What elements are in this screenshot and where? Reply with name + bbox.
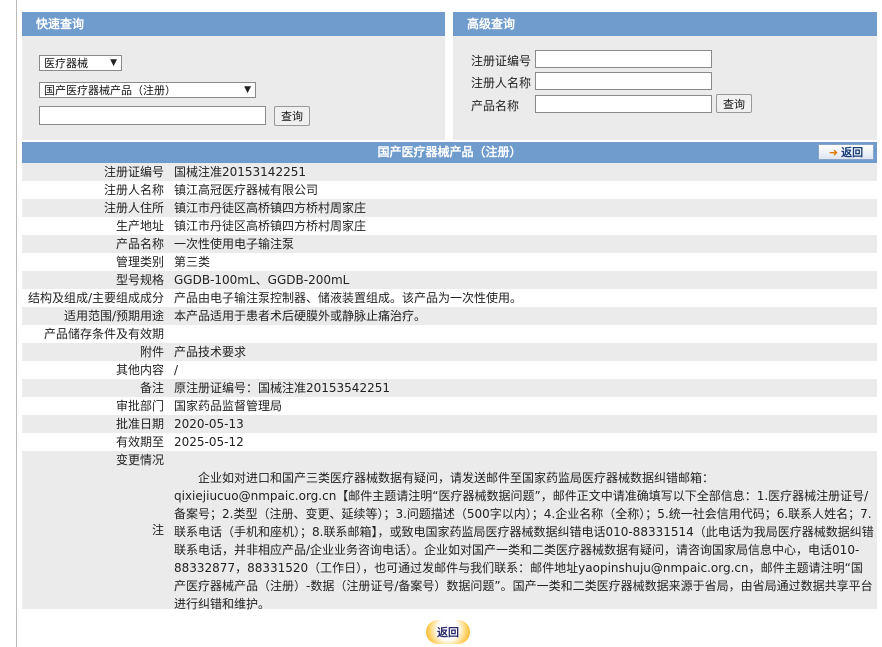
registrant-label: 注册人名称 [471, 76, 532, 90]
note-text-block: 企业如对进口和国产三类医疗器械数据有疑问，请发送邮件至国家药监局医疗器械数据纠错… [174, 469, 874, 613]
product-type-select[interactable]: 国产医疗器械产品（注册） ▼ [39, 82, 256, 98]
quick-search-title: 快速查询 [22, 12, 445, 36]
field-value: 产品技术要求 [174, 345, 247, 359]
field-label: 产品名称 [115, 237, 164, 251]
product-name-input[interactable] [535, 95, 712, 113]
quick-search-button[interactable]: 查询 [274, 106, 310, 126]
table-row: 注册人名称 镇江高冠医疗器械有限公司 [22, 181, 877, 199]
left-frame-border [16, 0, 17, 647]
arrow-right-icon: ➜ [828, 145, 839, 159]
reg-no-label: 注册证编号 [471, 54, 532, 68]
field-value: 国家药品监督管理局 [174, 399, 283, 413]
reg-no-input[interactable] [535, 50, 712, 68]
chevron-down-icon: ▼ [110, 58, 117, 68]
notes-section: 变更情况 注 企业如对进口和国产三类医疗器械数据有疑问，请发送邮件至国家药监局医… [22, 451, 877, 611]
table-row: 有效期至 2025-05-12 [22, 433, 877, 451]
field-value: 国械注准20153142251 [174, 165, 306, 179]
change-history-label: 变更情况 [115, 453, 164, 467]
advanced-search-panel: 高级查询 注册证编号 注册人名称 产品名称 查询 [453, 12, 877, 140]
field-value: 产品由电子输注泵控制器、储液装置组成。该产品为一次性使用。 [174, 291, 523, 305]
field-label: 审批部门 [115, 399, 164, 413]
field-label: 附件 [139, 345, 164, 359]
field-value: / [174, 363, 179, 377]
table-row: 备注 原注册证编号：国械注准20153542251 [22, 379, 877, 397]
field-value [170, 325, 877, 343]
detail-header: 国产医疗器械产品（注册） ➜ 返回 [22, 142, 877, 163]
product-name-label: 产品名称 [471, 99, 520, 113]
field-label: 其他内容 [115, 363, 164, 377]
category-select[interactable]: 医疗器械 ▼ [39, 55, 122, 71]
note-text: 企业如对进口和国产三类医疗器械数据有疑问，请发送邮件至国家药监局医疗器械数据纠错… [174, 471, 874, 611]
quick-search-panel: 快速查询 医疗器械 ▼ 国产医疗器械产品（注册） ▼ 查询 [22, 12, 445, 140]
field-value: 镇江市丹徒区高桥镇四方桥村周家庄 [174, 201, 367, 215]
table-row: 注册人住所 镇江市丹徒区高桥镇四方桥村周家庄 [22, 199, 877, 217]
keyword-input[interactable] [39, 106, 266, 125]
field-label: 备注 [139, 381, 164, 395]
table-row: 产品储存条件及有效期 [22, 325, 877, 343]
advanced-search-button[interactable]: 查询 [716, 94, 752, 113]
field-label: 产品储存条件及有效期 [43, 327, 164, 341]
table-row: 其他内容 / [22, 361, 877, 379]
field-value: GGDB-100mL、GGDB-200mL [174, 273, 350, 287]
field-label: 型号规格 [115, 273, 164, 287]
field-label: 结构及组成/主要组成成分 [27, 291, 164, 305]
field-value: 本产品适用于患者术后硬膜外或静脉止痛治疗。 [174, 309, 427, 323]
field-value: 一次性使用电子输注泵 [174, 237, 295, 251]
return-top-label: 返回 [841, 145, 864, 159]
field-label: 生产地址 [115, 219, 164, 233]
table-row: 附件 产品技术要求 [22, 343, 877, 361]
field-label: 注册证编号 [103, 165, 164, 179]
field-value: 2025-05-12 [174, 435, 244, 449]
field-label: 注册人名称 [103, 183, 164, 197]
registrant-input[interactable] [535, 72, 712, 90]
return-bottom-label: 返回 [437, 626, 459, 639]
field-value: 2020-05-13 [174, 417, 244, 431]
field-value: 镇江高冠医疗器械有限公司 [174, 183, 319, 197]
table-row: 产品名称 一次性使用电子输注泵 [22, 235, 877, 253]
field-value: 原注册证编号：国械注准20153542251 [174, 381, 390, 395]
field-value: 第三类 [174, 255, 211, 269]
table-row: 生产地址 镇江市丹徒区高桥镇四方桥村周家庄 [22, 217, 877, 235]
field-label: 适用范围/预期用途 [63, 309, 164, 323]
field-label: 批准日期 [115, 417, 164, 431]
table-row: 结构及组成/主要组成成分 产品由电子输注泵控制器、储液装置组成。该产品为一次性使用… [22, 289, 877, 307]
detail-table: 注册证编号 国械注准20153142251 注册人名称 镇江高冠医疗器械有限公司 注… [22, 163, 877, 611]
field-value: 镇江市丹徒区高桥镇四方桥村周家庄 [174, 219, 367, 233]
return-button-top[interactable]: ➜ 返回 [818, 144, 874, 160]
chevron-down-icon: ▼ [244, 85, 251, 95]
field-label: 有效期至 [115, 435, 164, 449]
return-button-bottom[interactable]: 返回 [426, 620, 470, 644]
table-row: 适用范围/预期用途 本产品适用于患者术后硬膜外或静脉止痛治疗。 [22, 307, 877, 325]
table-row: 审批部门 国家药品监督管理局 [22, 397, 877, 415]
category-select-value: 医疗器械 [44, 57, 88, 70]
field-label: 管理类别 [115, 255, 164, 269]
table-row: 注册证编号 国械注准20153142251 [22, 163, 877, 181]
note-label: 注 [151, 523, 164, 537]
field-label: 注册人住所 [103, 201, 164, 215]
table-row: 批准日期 2020-05-13 [22, 415, 877, 433]
product-type-select-value: 国产医疗器械产品（注册） [44, 84, 176, 97]
advanced-search-title: 高级查询 [453, 12, 877, 36]
table-row: 型号规格 GGDB-100mL、GGDB-200mL [22, 271, 877, 289]
detail-title: 国产医疗器械产品（注册） [377, 145, 522, 159]
table-row: 管理类别 第三类 [22, 253, 877, 271]
